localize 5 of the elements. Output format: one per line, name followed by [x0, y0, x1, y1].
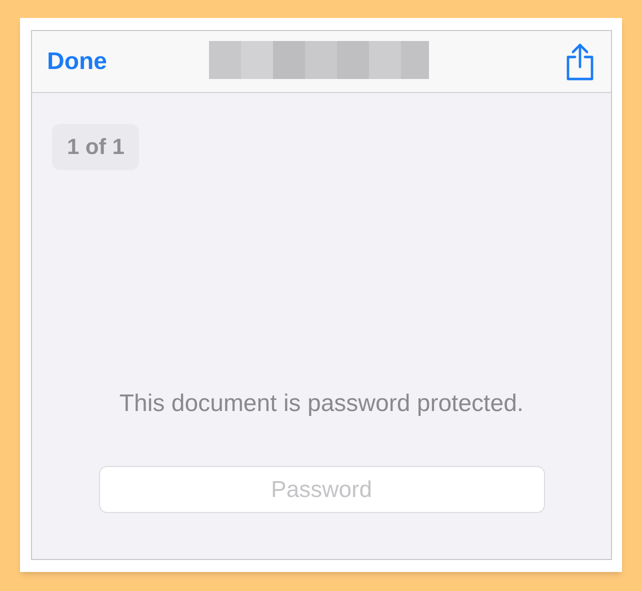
password-field[interactable]: Password [98, 466, 544, 513]
share-icon[interactable] [564, 42, 596, 80]
done-button[interactable]: Done [47, 44, 107, 80]
page-indicator: 1 of 1 [52, 124, 140, 170]
password-message: This document is password protected. [119, 389, 524, 419]
